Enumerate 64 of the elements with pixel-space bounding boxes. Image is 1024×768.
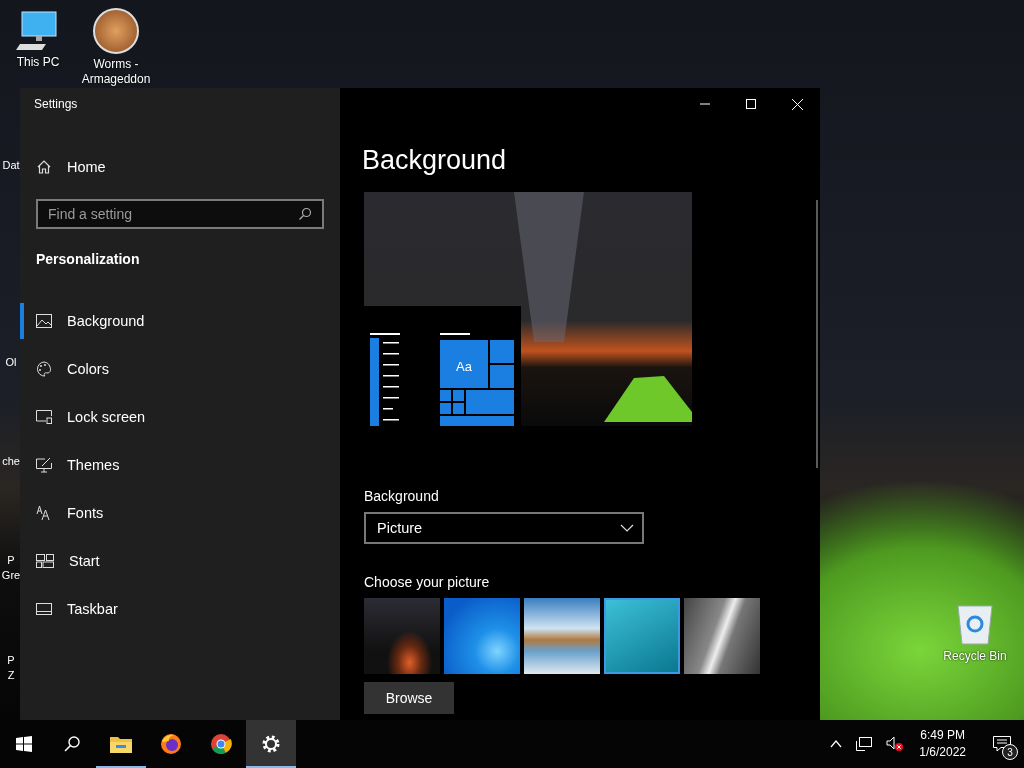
fonts-icon <box>36 505 52 521</box>
recycle-bin-icon <box>955 602 995 646</box>
minimize-icon <box>700 103 710 105</box>
desktop-icon-label: P <box>7 553 15 568</box>
search-icon <box>298 207 312 221</box>
desktop-icon-label: Worms - Armageddon <box>80 57 152 87</box>
desktop-icon-label: Ol <box>5 355 17 370</box>
computer-icon <box>16 8 60 52</box>
desktop-icon[interactable]: This PC <box>0 8 76 70</box>
search-field[interactable]: Find a setting <box>36 199 324 229</box>
network-icon[interactable] <box>856 737 873 751</box>
browse-button[interactable]: Browse <box>364 682 454 714</box>
background-dropdown[interactable]: Picture <box>364 512 644 544</box>
home-link[interactable]: Home <box>20 149 340 185</box>
chevron-down-icon <box>620 524 634 532</box>
clock[interactable]: 6:49 PM 1/6/2022 <box>919 727 966 761</box>
desktop-icon[interactable]: Worms - Armageddon <box>78 8 154 87</box>
notification-button[interactable]: 3 <box>980 720 1024 768</box>
windows-logo-icon <box>16 736 32 752</box>
taskbar-app-button[interactable] <box>246 720 296 768</box>
folder-icon <box>110 735 132 753</box>
window-title: Settings <box>34 97 78 111</box>
volume-icon[interactable] <box>886 736 905 752</box>
desktop-icon-label: che <box>2 454 20 469</box>
picture-thumbnail[interactable] <box>364 598 440 674</box>
sidebar-item[interactable]: Lock screen <box>20 399 340 435</box>
date-text: 1/6/2022 <box>919 744 966 761</box>
section-label: Choose your picture <box>364 574 490 590</box>
sidebar-item[interactable]: Start <box>20 543 340 579</box>
sidebar-item[interactable]: Colors <box>20 351 340 387</box>
scrollbar[interactable] <box>816 200 818 468</box>
sidebar-item[interactable]: Themes <box>20 447 340 483</box>
sidebar-item[interactable]: Fonts <box>20 495 340 531</box>
palette-icon <box>36 361 52 377</box>
lock-screen-icon <box>36 410 52 424</box>
picture-thumbnail[interactable] <box>524 598 600 674</box>
picture-thumbnail[interactable] <box>604 598 680 674</box>
desktop-icon-label: Recycle Bin <box>943 649 1007 664</box>
desktop-icon-label: Dat <box>2 158 20 173</box>
sidebar-item[interactable]: Taskbar <box>20 591 340 627</box>
page-heading: Background <box>362 144 507 176</box>
desktop-icon-label: Gre <box>1 568 21 583</box>
tile-text: Aa <box>456 359 472 374</box>
search-icon <box>64 736 80 752</box>
fox-globe-icon <box>160 733 182 755</box>
home-icon <box>36 159 52 175</box>
chevron-up-icon[interactable] <box>830 740 843 748</box>
close-icon <box>791 98 803 110</box>
desktop-icon-label: P <box>7 653 15 668</box>
themes-icon <box>36 457 52 473</box>
browser-icon <box>210 733 232 755</box>
notification-badge: 3 <box>1002 744 1018 760</box>
maximize-icon <box>746 99 756 109</box>
picture-icon <box>36 314 52 328</box>
time-text: 6:49 PM <box>920 727 965 744</box>
picture-thumbnail[interactable] <box>684 598 760 674</box>
settings-icon <box>261 734 281 754</box>
start-tiles-icon <box>36 554 54 568</box>
picture-thumbnail[interactable] <box>444 598 520 674</box>
section-heading: Personalization <box>36 251 140 267</box>
desktop-icon-label: This PC <box>16 55 60 70</box>
desktop-icon-label: Z <box>7 668 15 683</box>
taskbar-icon <box>36 603 52 615</box>
field-label: Background <box>364 488 439 504</box>
